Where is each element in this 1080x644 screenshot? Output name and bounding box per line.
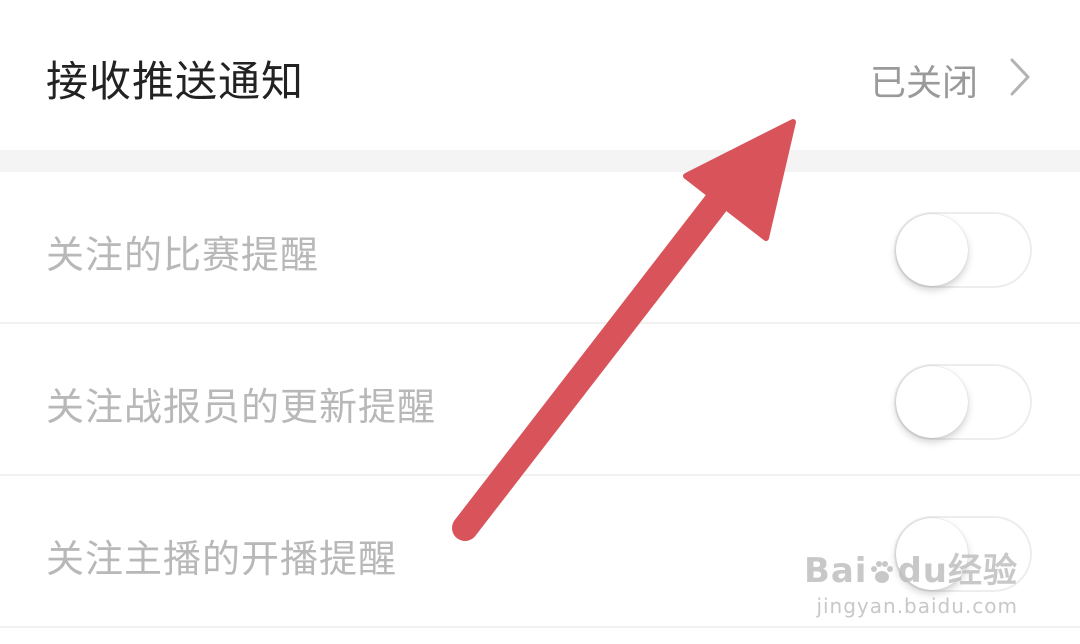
match-reminder-toggle[interactable]	[894, 212, 1032, 288]
setting-label: 关注战报员的更新提醒	[46, 385, 437, 429]
notification-settings-page: 接收推送通知 已关闭 关注的比赛提醒 关注战报员的更新提醒 关注主播的开播提醒 …	[0, 0, 1080, 644]
paw-logo-icon	[871, 560, 894, 583]
watermark-brand-part: Bai	[803, 551, 868, 591]
watermark-brand-part: du	[897, 551, 948, 591]
push-notification-row[interactable]: 接收推送通知 已关闭	[0, 0, 1080, 150]
watermark-brand-part: 经验	[948, 551, 1018, 591]
chevron-right-icon	[1010, 58, 1030, 96]
setting-row-reporter-update: 关注战报员的更新提醒	[0, 324, 1080, 476]
setting-row-match-reminder: 关注的比赛提醒	[0, 172, 1080, 324]
push-notification-label: 接收推送通知	[46, 57, 305, 106]
toggle-knob	[896, 366, 968, 438]
row-divider	[0, 626, 1080, 628]
setting-label: 关注的比赛提醒	[46, 233, 320, 277]
push-notification-status: 已关闭	[869, 63, 978, 104]
section-divider	[0, 150, 1080, 172]
setting-label: 关注主播的开播提醒	[46, 537, 398, 581]
baidu-jingyan-watermark: Bai du经验 jingyan.baidu.com	[804, 543, 1018, 618]
reporter-update-toggle[interactable]	[894, 364, 1032, 440]
watermark-url: jingyan.baidu.com	[816, 594, 1018, 618]
watermark-brand: Bai du经验	[804, 543, 1018, 592]
toggle-knob	[896, 214, 968, 286]
